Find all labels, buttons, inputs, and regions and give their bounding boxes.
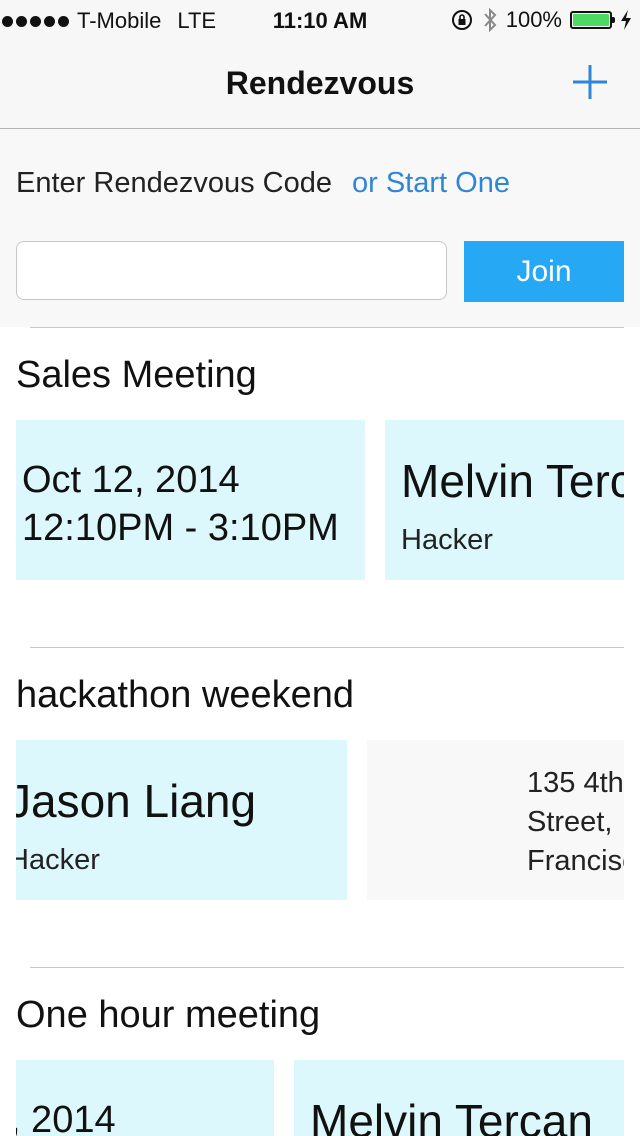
attendee-role: Hacker — [16, 844, 100, 876]
attendee-name: Jason Liang — [16, 775, 257, 827]
divider — [30, 967, 624, 968]
rendezvous-code-input[interactable] — [16, 241, 447, 300]
meeting-title[interactable]: One hour meeting — [16, 994, 320, 1037]
charging-icon — [621, 10, 631, 30]
page-title: Rendezvous — [225, 65, 415, 101]
location-card[interactable]: 135 4th Street, Francisco — [367, 740, 624, 900]
meeting-time-card[interactable]: Oct 12, 2014 12:10PM - 3:10PM — [16, 420, 365, 580]
attendee-name: Melvin Tercan — [310, 1095, 593, 1136]
divider — [30, 647, 624, 648]
battery-icon — [570, 11, 615, 29]
attendee-role: Hacker — [401, 524, 493, 556]
battery-fill — [573, 14, 609, 26]
attendee-name: Melvin Tercan — [401, 455, 624, 507]
meeting-time-range: 12:10PM - 3:10PM — [22, 507, 339, 549]
join-prompt-label: Enter Rendezvous Code — [16, 167, 332, 199]
status-bar: T-Mobile LTE 11:10 AM 100% — [0, 0, 640, 40]
start-one-link[interactable]: or Start One — [352, 167, 510, 200]
meeting-title[interactable]: hackathon weekend — [16, 674, 354, 717]
join-panel: Enter Rendezvous Code or Start One Join — [0, 129, 640, 327]
attendee-card[interactable]: Melvin Tercan Hacker — [385, 420, 624, 580]
nav-bar: Rendezvous — [0, 40, 640, 129]
plus-icon[interactable] — [570, 62, 610, 102]
join-button[interactable]: Join — [464, 241, 624, 302]
meeting-title[interactable]: Sales Meeting — [16, 354, 257, 397]
meeting-date: Oct 12, 2014 — [22, 459, 240, 501]
status-right: 100% — [450, 7, 632, 33]
address-line: Street, — [527, 806, 613, 838]
attendee-card[interactable]: Melvin Tercan — [294, 1060, 624, 1136]
meeting-time-card[interactable]: Oct 12, 2014 — [16, 1060, 274, 1136]
address-line: 135 4th — [527, 767, 624, 799]
orientation-lock-icon — [451, 10, 472, 30]
meeting-date: Oct 12, 2014 — [16, 1099, 116, 1136]
bluetooth-icon — [483, 7, 497, 33]
attendee-card[interactable]: Jason Liang Hacker — [16, 740, 347, 900]
divider — [30, 327, 624, 328]
battery-percent: 100% — [505, 7, 562, 32]
address-line: Francisco — [527, 845, 624, 877]
meeting-address: 135 4th Street, Francisco — [527, 764, 624, 881]
